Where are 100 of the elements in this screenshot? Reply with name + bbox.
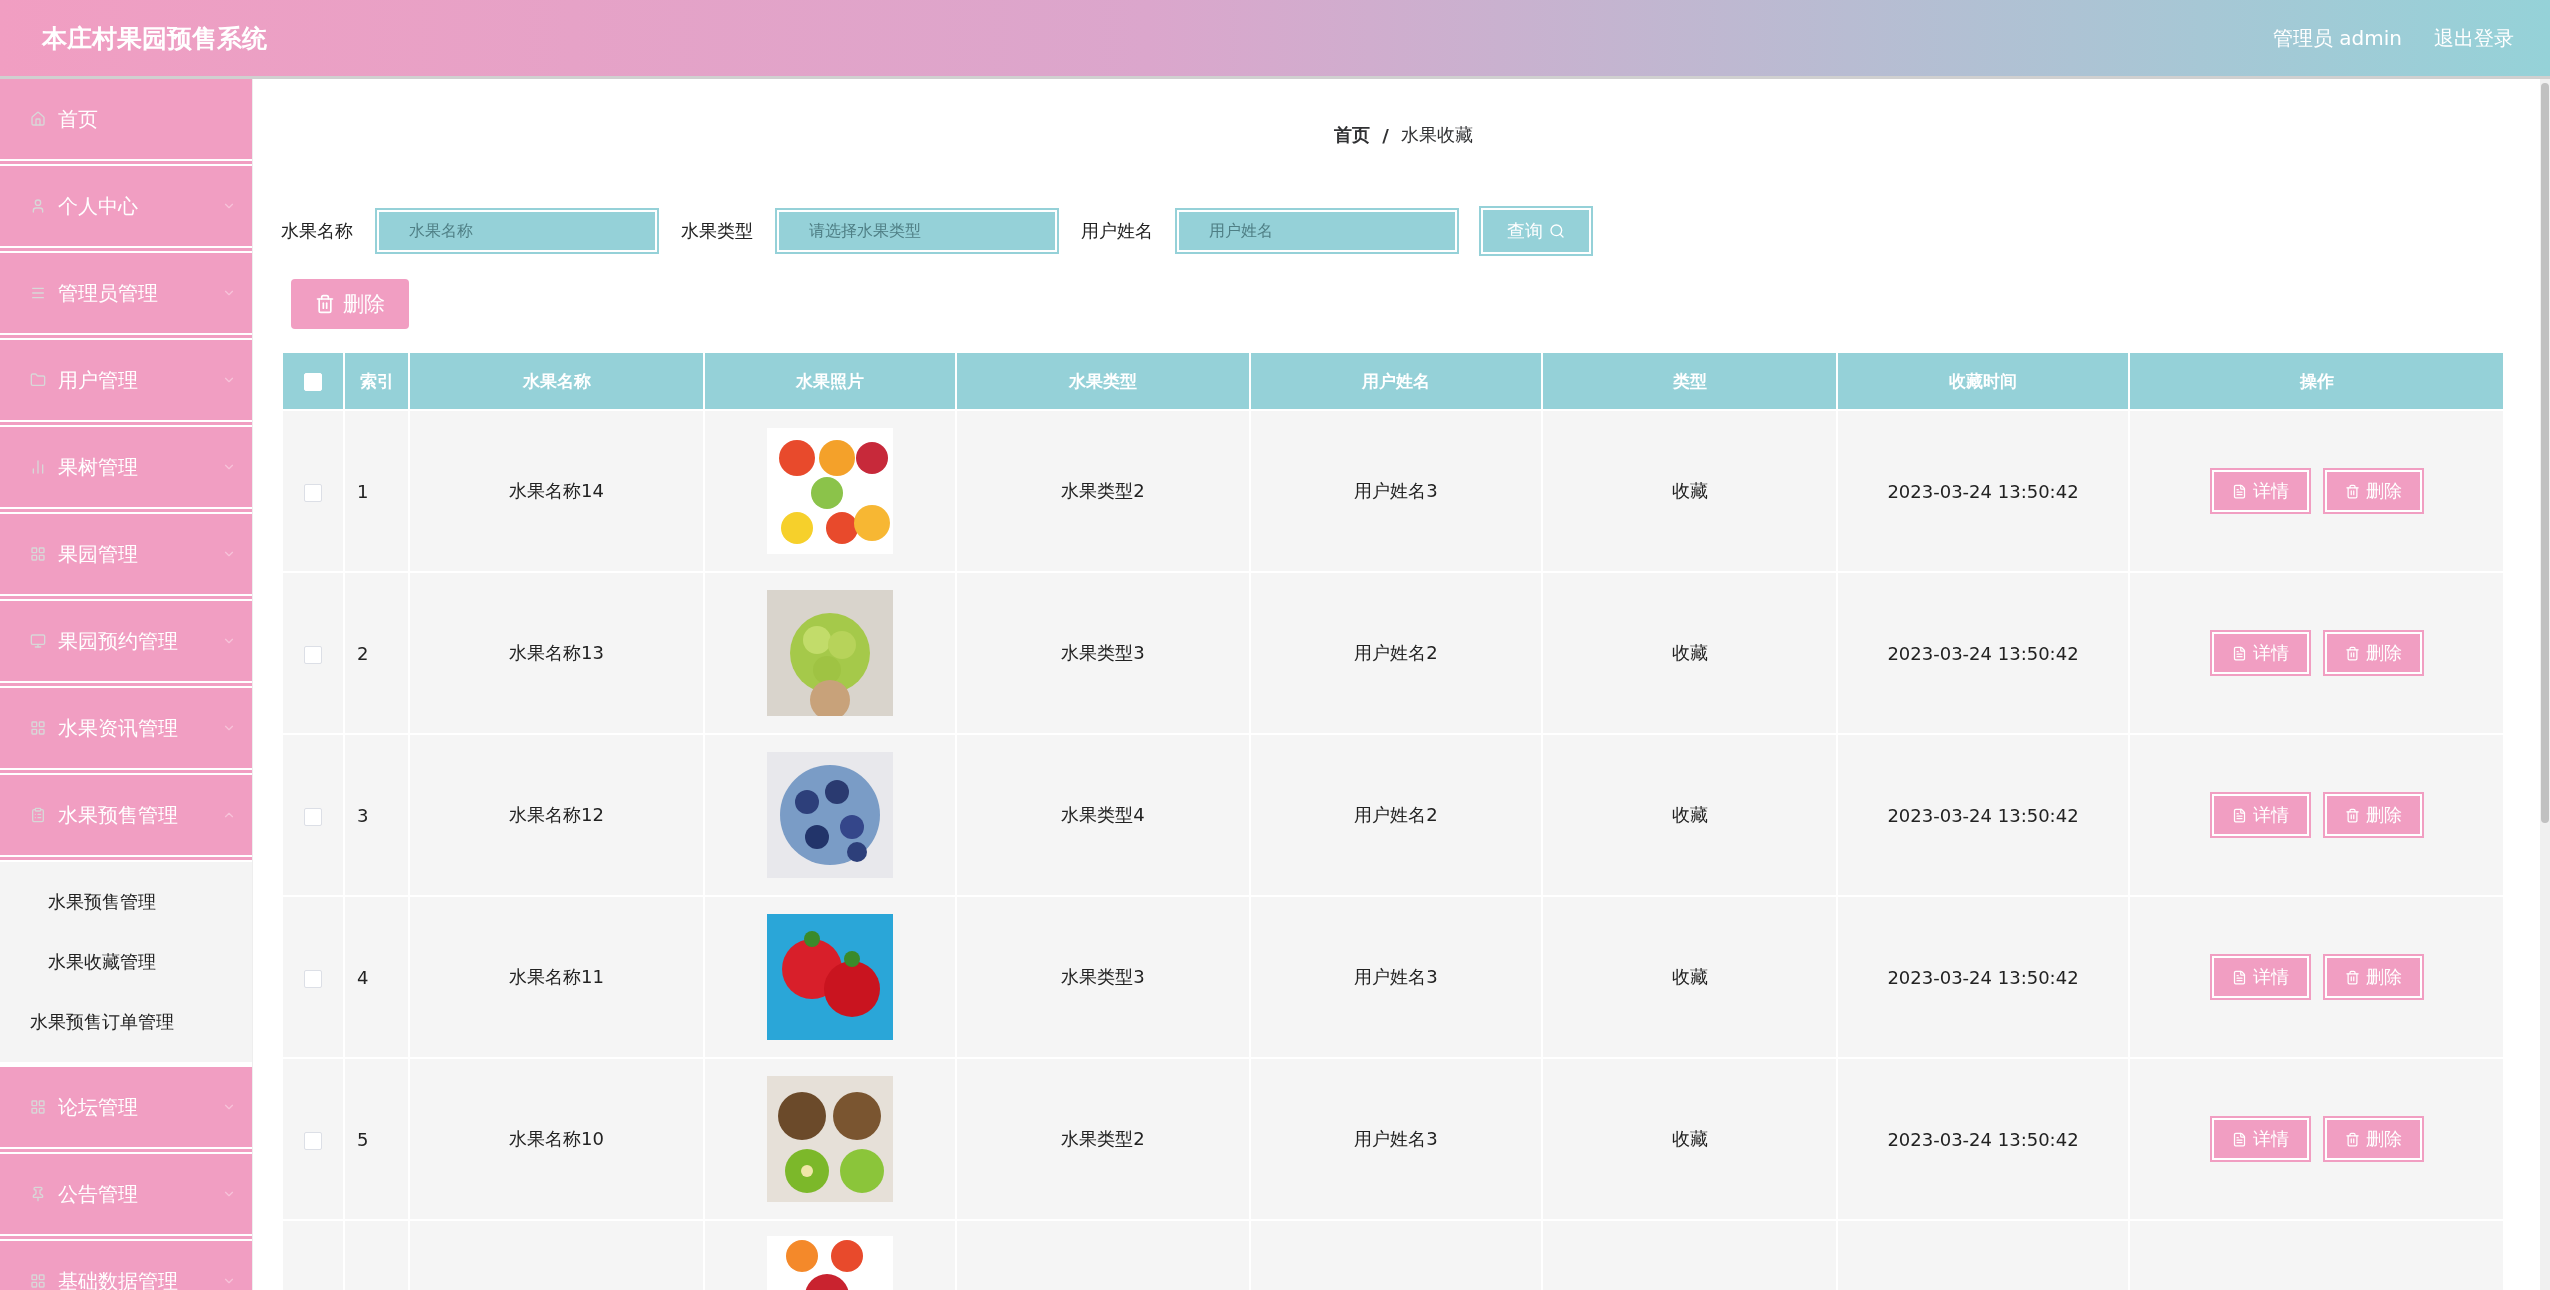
bar-chart-icon <box>30 459 46 475</box>
user-link[interactable]: 管理员 admin <box>2272 24 2402 52</box>
menu-item[interactable]: 基础数据管理 <box>0 1241 252 1290</box>
menu-item[interactable]: 公告管理 <box>0 1154 252 1236</box>
delete-row-button[interactable]: 删除 <box>2324 470 2422 512</box>
column-header: 用户姓名 <box>1250 352 1542 410</box>
user-icon <box>30 198 46 214</box>
table-cell: 水果名称11 <box>409 896 704 1058</box>
table-cell: 收藏 <box>1542 410 1837 572</box>
pin-icon <box>30 1186 46 1202</box>
grid-icon <box>30 1099 46 1115</box>
delete-row-button[interactable]: 删除 <box>2324 794 2422 836</box>
column-header: 收藏时间 <box>1837 352 2129 410</box>
row-checkbox[interactable] <box>304 969 322 988</box>
table-cell: 用户姓名3 <box>1250 410 1542 572</box>
folder-icon <box>30 372 46 388</box>
menu-item[interactable]: 水果资讯管理 <box>0 688 252 770</box>
search-icon <box>1549 223 1565 239</box>
document-icon <box>2231 807 2247 823</box>
submenu-item[interactable]: 水果预售管理 <box>0 872 252 932</box>
table-cell: 2 <box>344 572 409 734</box>
row-checkbox[interactable] <box>304 807 322 826</box>
grid-icon <box>30 546 46 562</box>
menu-item[interactable]: 水果预售管理 <box>0 775 252 857</box>
row-checkbox[interactable] <box>304 1131 322 1150</box>
details-button[interactable]: 详情 <box>2211 1118 2309 1160</box>
details-button[interactable]: 详情 <box>2211 794 2309 836</box>
search-field[interactable]: 用户姓名 <box>1177 210 1457 252</box>
column-header: 水果名称 <box>409 352 704 410</box>
trash-icon <box>2344 969 2360 985</box>
table-cell: 用户姓名2 <box>1250 572 1542 734</box>
column-header: 类型 <box>1542 352 1837 410</box>
table-cell: 4 <box>344 896 409 1058</box>
table-cell: 收藏 <box>1542 572 1837 734</box>
table-cell: 用户姓名2 <box>1250 734 1542 896</box>
table-cell: 水果类型4 <box>956 734 1250 896</box>
logout-link[interactable]: 退出登录 <box>2434 24 2514 52</box>
menu-item[interactable]: 果树管理 <box>0 427 252 509</box>
table-cell: 水果类型2 <box>956 410 1250 572</box>
menu-item[interactable]: 个人中心 <box>0 166 252 248</box>
menu-item[interactable]: 用户管理 <box>0 340 252 422</box>
table-cell: 收藏 <box>1542 896 1837 1058</box>
details-button[interactable]: 详情 <box>2211 470 2309 512</box>
table-cell: 2023-03-24 13:50:42 <box>1837 896 2129 1058</box>
table-cell: 水果类型3 <box>956 572 1250 734</box>
menu-item[interactable]: 论坛管理 <box>0 1067 252 1149</box>
row-checkbox[interactable] <box>304 645 322 664</box>
monitor-icon <box>30 633 46 649</box>
delete-button[interactable]: 删除 <box>291 279 409 329</box>
table-cell: 用户姓名3 <box>1250 1058 1542 1220</box>
document-icon <box>2231 483 2247 499</box>
table-cell: 5 <box>344 1058 409 1220</box>
table-cell: 2023-03-24 13:50:42 <box>1837 734 2129 896</box>
search-field[interactable]: 请选择水果类型 <box>777 210 1057 252</box>
breadcrumb-item: 水果收藏 <box>1400 123 1473 147</box>
table-cell: 2023-03-24 13:50:42 <box>1837 572 2129 734</box>
table-cell: 水果名称13 <box>409 572 704 734</box>
table-cell: 1 <box>344 410 409 572</box>
column-header: 索引 <box>344 352 409 410</box>
table-cell: 用户姓名3 <box>1250 896 1542 1058</box>
field-label: 水果名称 <box>281 219 353 243</box>
menu-item[interactable]: 首页 <box>0 79 252 161</box>
trash-icon <box>2344 807 2360 823</box>
app-title: 本庄村果园预售系统 <box>42 22 268 55</box>
query-button[interactable]: 查询 <box>1481 208 1591 254</box>
clipboard-icon <box>30 807 46 823</box>
search-field[interactable]: 水果名称 <box>377 210 657 252</box>
column-header: 水果类型 <box>956 352 1250 410</box>
document-icon <box>2231 645 2247 661</box>
menu-item[interactable]: 果园预约管理 <box>0 601 252 683</box>
document-icon <box>2231 969 2247 985</box>
table-cell: 2023-03-24 13:50:42 <box>1837 1058 2129 1220</box>
breadcrumb-separator: / <box>1382 124 1389 146</box>
field-label: 用户姓名 <box>1081 219 1153 243</box>
table-cell: 水果类型3 <box>956 896 1250 1058</box>
table-cell: 收藏 <box>1542 734 1837 896</box>
breadcrumb-item[interactable]: 首页 <box>1334 123 1371 147</box>
table-cell: 2023-03-24 13:50:42 <box>1837 410 2129 572</box>
trash-icon <box>2344 645 2360 661</box>
select-all-checkbox[interactable] <box>304 373 322 391</box>
scrollbar-thumb[interactable] <box>2541 83 2549 823</box>
document-icon <box>2231 1131 2247 1147</box>
row-checkbox[interactable] <box>304 483 322 502</box>
column-header: 水果照片 <box>704 352 956 410</box>
table-cell: 收藏 <box>1542 1058 1837 1220</box>
field-label: 水果类型 <box>681 219 753 243</box>
list-icon <box>30 285 46 301</box>
column-header: 操作 <box>2129 352 2504 410</box>
delete-row-button[interactable]: 删除 <box>2324 632 2422 674</box>
details-button[interactable]: 详情 <box>2211 632 2309 674</box>
details-button[interactable]: 详情 <box>2211 956 2309 998</box>
home-icon <box>30 111 46 127</box>
submenu-item[interactable]: 水果预售订单管理 <box>0 992 252 1052</box>
delete-row-button[interactable]: 删除 <box>2324 1118 2422 1160</box>
delete-row-button[interactable]: 删除 <box>2324 956 2422 998</box>
submenu-item[interactable]: 水果收藏管理 <box>0 932 252 992</box>
table-cell: 水果名称12 <box>409 734 704 896</box>
table-cell: 3 <box>344 734 409 896</box>
menu-item[interactable]: 果园管理 <box>0 514 252 596</box>
menu-item[interactable]: 管理员管理 <box>0 253 252 335</box>
